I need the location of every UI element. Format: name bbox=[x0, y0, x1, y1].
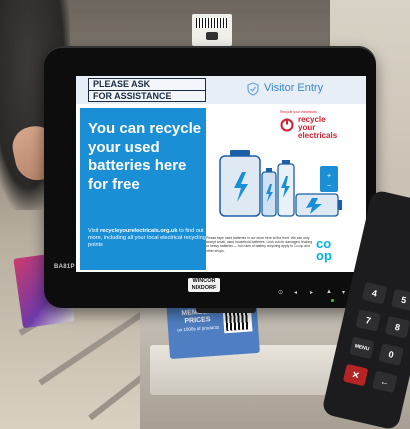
assistance-label: FOR ASSISTANCE bbox=[88, 90, 206, 102]
svg-text:+: + bbox=[327, 173, 331, 180]
display-screen[interactable]: PLEASE ASK FOR ASSISTANCE Visitor Entry … bbox=[76, 76, 366, 272]
right-arrow-icon[interactable]: ▸ bbox=[310, 289, 313, 296]
maker-line1: WINCOR bbox=[192, 278, 216, 284]
key-menu[interactable]: MENU bbox=[349, 336, 375, 360]
power-symbol-icon bbox=[280, 118, 294, 132]
recycle-your-electricals-logo: recycle your electricals bbox=[298, 116, 337, 140]
down-arrow-icon[interactable]: ▾ bbox=[342, 289, 345, 296]
power-icon[interactable]: ⊙ bbox=[278, 289, 283, 296]
visit-text: Visit recycleyourelectricals.org.uk to f… bbox=[88, 228, 206, 249]
recycle-message-panel: You can recycle your used batteries here… bbox=[80, 108, 206, 270]
visit-prefix: Visit bbox=[88, 228, 101, 234]
key-0[interactable]: 0 bbox=[378, 343, 404, 366]
fine-print: Please tape used batteries in our store … bbox=[206, 236, 313, 253]
up-arrow-icon[interactable]: ▲ bbox=[326, 289, 332, 295]
key-cancel[interactable]: ✕ bbox=[342, 363, 369, 387]
terminal-keypad: 4 5 7 8 MENU 0 ✕ ← bbox=[342, 281, 410, 394]
headline: You can recycle your used batteries here… bbox=[88, 120, 202, 193]
key-5[interactable]: 5 bbox=[390, 288, 410, 312]
key-8[interactable]: 8 bbox=[384, 315, 410, 339]
barcode-sticker bbox=[192, 14, 232, 46]
left-arrow-icon[interactable]: ◂ bbox=[294, 289, 297, 296]
wincor-nixdorf-logo: WINCOR NIXDORF bbox=[188, 278, 220, 292]
coop-logo: co op bbox=[316, 237, 342, 266]
photo-scene: MEMBER PRICES on 1000s of products BA81P… bbox=[0, 0, 410, 429]
visitor-shield-icon bbox=[247, 82, 259, 96]
key-7[interactable]: 7 bbox=[355, 309, 381, 332]
batteries-illustration: + − bbox=[219, 150, 342, 217]
promo-line2: PRICES bbox=[184, 316, 211, 325]
promo-line3: on 1000s of products bbox=[176, 324, 220, 333]
printer-icon bbox=[206, 32, 218, 40]
logo-tagline: Recycle your electricals bbox=[280, 110, 317, 114]
barcode bbox=[196, 18, 228, 28]
screen-header: PLEASE ASK FOR ASSISTANCE Visitor Entry bbox=[76, 76, 366, 104]
key-back[interactable]: ← bbox=[372, 370, 398, 394]
please-ask-label: PLEASE ASK bbox=[88, 78, 206, 90]
visitor-entry-button[interactable]: Visitor Entry bbox=[264, 82, 323, 94]
coop-line2: op bbox=[316, 248, 332, 263]
key-4[interactable]: 4 bbox=[361, 281, 388, 305]
monitor-model: BA81P bbox=[54, 264, 75, 270]
illustration-panel: Recycle your electricals recycle your el… bbox=[206, 104, 366, 272]
status-led bbox=[331, 299, 334, 302]
visit-url: recycleyourelectricals.org.uk bbox=[100, 228, 178, 234]
svg-text:−: − bbox=[327, 183, 331, 190]
maker-line2: NIXDORF bbox=[191, 285, 217, 291]
